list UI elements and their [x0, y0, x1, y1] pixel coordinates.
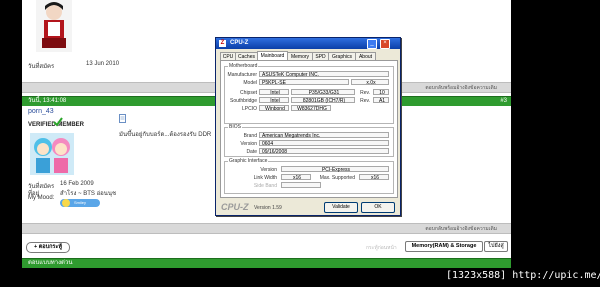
- post-body: มันขึ้นอยู่กับบอร์ด...ต้องรองรับ DDR: [119, 132, 212, 138]
- quote-reply-link[interactable]: ตอบกลับพร้อมอ้างอิงข้อความเดิม: [425, 225, 497, 233]
- motherboard-group: Motherboard Manufacturer ASUSTeK Compute…: [224, 63, 394, 124]
- southbridge-vendor: Intel: [259, 97, 289, 104]
- quick-reply-label: ตอบแบบทางด่วน: [28, 260, 73, 266]
- post-date: วันนี้, 13:41:08: [28, 98, 67, 104]
- document-icon: [119, 114, 126, 123]
- join-date-value: 13 Jun 2010: [86, 61, 120, 67]
- max-supported-value: x16: [359, 174, 389, 181]
- bios-brand-value: American Megatrends Inc.: [259, 132, 389, 139]
- location-value: สำโรง ~ BTS อ่อนนุช: [60, 191, 117, 197]
- chipset-rev-label: Rev.: [360, 90, 370, 96]
- avatar: [36, 0, 72, 52]
- manufacturer-label: Manufacturer: [227, 72, 257, 78]
- post-number[interactable]: #3: [500, 97, 507, 106]
- mood-badge: Smiley: [60, 199, 100, 207]
- bios-version-label: Version: [240, 141, 257, 147]
- link-width-label: Link Width: [253, 175, 277, 181]
- mood-value: Smiley: [74, 200, 87, 205]
- bios-brand-label: Brand: [243, 133, 257, 139]
- bios-date-value: 09/16/2008: [259, 148, 389, 155]
- side-band-label: Side Band: [253, 183, 277, 189]
- join-date-value: 16 Feb 2009: [60, 181, 94, 187]
- lpcio-label: LPCIO: [241, 106, 257, 112]
- ok-button[interactable]: OK: [361, 202, 395, 213]
- cpuz-titlebar[interactable]: Z CPU-Z _ ×: [216, 38, 400, 49]
- side-band-value: [281, 182, 321, 188]
- image-size-watermark: [1323x588] http://upic.me/: [446, 270, 600, 281]
- minimize-button[interactable]: _: [367, 39, 377, 49]
- manufacturer-value: ASUSTeK Computer INC.: [259, 71, 389, 78]
- forum-jump-select[interactable]: Memory(RAM) & Storage: [405, 241, 483, 252]
- chipset-rev-value: 10: [373, 89, 389, 96]
- smiley-icon: [62, 199, 70, 207]
- avatar-couple-icon: [34, 138, 70, 173]
- southbridge-value: 82801GB (ICH7/R): [291, 97, 355, 104]
- mainboard-panel: Motherboard Manufacturer ASUSTeK Compute…: [220, 60, 398, 198]
- motherboard-section-title: Motherboard: [228, 63, 259, 69]
- previous-thread-link[interactable]: กระทู้ก่อนหน้า: [366, 244, 397, 252]
- mood-label: My Mood:: [28, 195, 55, 201]
- cpuz-title: CPU-Z: [230, 40, 249, 46]
- chipset-value: P35/G33/G31: [291, 89, 355, 96]
- southbridge-rev-label: Rev.: [360, 98, 370, 104]
- lpcio-vendor: Winbond: [259, 105, 289, 112]
- bios-date-label: Date: [246, 149, 257, 155]
- link-width-value: x16: [281, 174, 311, 181]
- max-supported-label: Max. Supported: [319, 175, 355, 181]
- reply-button[interactable]: + ตอบกระทู้: [26, 242, 70, 253]
- validate-button[interactable]: Validate: [324, 202, 358, 213]
- bios-group: BIOS Brand American Megatrends Inc. Vers…: [224, 124, 394, 157]
- model-label: Model: [243, 80, 257, 86]
- close-button[interactable]: ×: [380, 39, 390, 49]
- model-value: P5KPL-SE: [259, 79, 349, 86]
- cpuz-version: Version 1.59: [254, 205, 282, 211]
- cpuz-window[interactable]: Z CPU-Z _ × CPU Caches Mainboard Memory …: [215, 37, 401, 216]
- avatar-figure-icon: [42, 2, 66, 48]
- graphic-section-title: Graphic Interface: [228, 158, 269, 164]
- cpuz-app-icon: Z: [219, 40, 226, 47]
- bios-section-title: BIOS: [228, 124, 242, 130]
- model-revision: x.0x: [351, 79, 389, 86]
- quote-reply-link[interactable]: ตอบกลับพร้อมอ้างอิงข้อความเดิม: [425, 84, 497, 92]
- graphic-version-label: Version: [260, 167, 277, 173]
- quick-reply-header: ตอบแบบทางด่วน: [22, 258, 511, 268]
- go-button[interactable]: ไปยังสู่: [484, 241, 508, 252]
- username[interactable]: porn_43: [28, 108, 54, 115]
- post-toolbar: ตอบกลับพร้อมอ้างอิงข้อความเดิม: [22, 223, 511, 234]
- cpuz-logo: CPU-Z: [221, 202, 249, 212]
- chipset-vendor: Intel: [259, 89, 289, 96]
- join-date-label: วันที่สมัคร: [28, 64, 55, 70]
- lpcio-value: W83627DHG: [291, 105, 331, 112]
- southbridge-rev-value: A1: [373, 97, 389, 104]
- southbridge-label: Southbridge: [230, 98, 257, 104]
- checkmark-icon: [53, 117, 63, 127]
- graphic-interface-group: Graphic Interface Version PCI-Express Li…: [224, 158, 394, 194]
- chipset-label: Chipset: [240, 90, 257, 96]
- user-avatar: [30, 133, 74, 175]
- graphic-version-value: PCI-Express: [281, 166, 389, 173]
- bios-version-value: 0604: [259, 140, 389, 147]
